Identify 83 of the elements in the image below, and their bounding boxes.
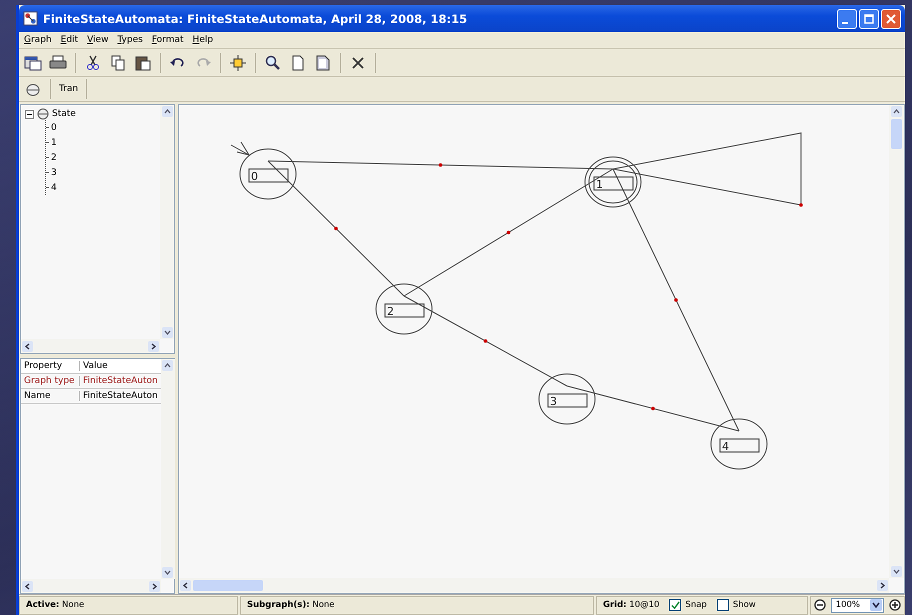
zoom-in-icon[interactable] (889, 599, 901, 611)
scroll-left-icon[interactable] (22, 340, 33, 352)
table-cell: Name (21, 391, 80, 401)
page-icon (314, 54, 332, 70)
checkbox-label: Snap (685, 600, 707, 610)
active-status: Active: None (26, 600, 84, 610)
state-icon (24, 81, 42, 97)
scroll-up-icon[interactable] (891, 106, 902, 117)
maximize-button[interactable] (859, 8, 879, 28)
copy-icon (109, 54, 127, 70)
scrollbar-thumb[interactable] (193, 580, 263, 591)
column-header: Property (21, 361, 80, 371)
state-label: 1 (596, 178, 603, 191)
scroll-right-icon[interactable] (877, 580, 888, 591)
checkbox-label: Show (732, 600, 756, 610)
state-node[interactable] (710, 418, 768, 470)
state-label: 0 (251, 170, 258, 183)
grid-status: Grid: 10@10 (603, 600, 660, 610)
menu-item[interactable]: Edit (60, 35, 78, 45)
vertical-scrollbar[interactable] (160, 359, 175, 579)
crosshair-icon (229, 54, 247, 70)
close-icon (886, 14, 896, 24)
minimize-icon (842, 22, 848, 24)
transition-edge[interactable] (268, 160, 614, 170)
tree-item[interactable]: State (52, 109, 76, 119)
scissors-icon (84, 54, 102, 70)
scroll-down-icon[interactable] (162, 327, 172, 338)
accepting-state-node[interactable] (584, 156, 642, 208)
state-icon (37, 108, 49, 120)
subgraph-status: Subgraph(s): None (247, 600, 335, 610)
table-cell-text: FiniteStateAuton (82, 391, 159, 401)
magnifier-icon (264, 54, 282, 70)
collapse-icon[interactable] (25, 110, 34, 118)
zoom-dropdown[interactable]: 100% (830, 598, 884, 612)
horizontal-scrollbar[interactable] (21, 579, 161, 593)
scrollbar-thumb[interactable] (891, 119, 902, 149)
maximize-icon (864, 14, 874, 24)
tree-item[interactable]: 4 (51, 182, 57, 192)
minimize-button[interactable] (837, 8, 857, 28)
transition-edge[interactable] (268, 160, 404, 296)
scroll-left-icon[interactable] (22, 580, 33, 592)
horizontal-scrollbar[interactable] (179, 578, 889, 593)
scroll-down-icon[interactable] (891, 566, 902, 577)
printer-icon (49, 54, 67, 70)
scroll-up-icon[interactable] (162, 106, 172, 117)
tree-item[interactable]: 2 (51, 152, 57, 162)
scroll-up-icon[interactable] (162, 360, 174, 371)
menu-item[interactable]: Graph (24, 35, 52, 45)
table-cell: Graph type (21, 376, 80, 386)
transition-edge[interactable] (566, 386, 740, 432)
start-arrow (230, 142, 250, 156)
scroll-right-icon[interactable] (148, 580, 160, 592)
scroll-right-icon[interactable] (148, 340, 159, 352)
clipboard-icon (134, 54, 152, 70)
tree-item[interactable]: 3 (51, 168, 57, 178)
snap-checkbox[interactable] (669, 599, 682, 611)
state-node[interactable] (376, 284, 432, 334)
zoom-out-icon[interactable] (814, 599, 826, 611)
column-header: Value (82, 361, 109, 371)
tree-item[interactable]: 1 (51, 138, 57, 148)
table-cell-text: FiniteStateAuton (82, 376, 159, 386)
vertical-scrollbar[interactable] (889, 105, 904, 578)
close-button[interactable] (881, 8, 901, 28)
scroll-down-icon[interactable] (162, 567, 174, 578)
transition-edge[interactable] (612, 132, 803, 207)
state-label: 4 (722, 440, 729, 453)
horizontal-scrollbar[interactable] (21, 339, 160, 353)
tree-item[interactable]: 0 (51, 122, 57, 132)
window-title: FiniteStateAutomata: FiniteStateAutomata, April 28, 2008, 18:15 (43, 12, 468, 26)
state-node[interactable] (538, 374, 596, 424)
menu-item[interactable]: Help (192, 35, 214, 45)
scroll-left-icon[interactable] (180, 580, 191, 591)
windows-icon (24, 54, 42, 70)
show-checkbox[interactable] (716, 599, 729, 611)
state-label: 3 (550, 395, 557, 408)
state-node[interactable] (240, 148, 296, 200)
state-label: 2 (387, 305, 394, 318)
transition-tool-button[interactable]: Tran (57, 78, 80, 100)
menu-item[interactable]: View (87, 35, 108, 45)
vertical-scrollbar[interactable] (160, 105, 174, 339)
app-icon (23, 11, 38, 26)
menu-item[interactable]: Format (152, 35, 184, 45)
menu-item[interactable]: Types (117, 35, 143, 45)
